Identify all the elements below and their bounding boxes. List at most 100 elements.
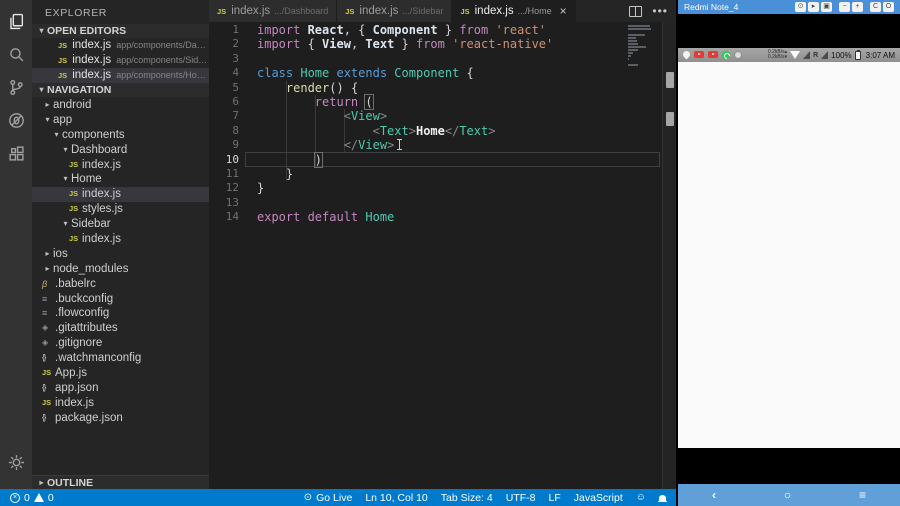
tab-dashboard[interactable]: JS index.js .../Dashboard [209,0,338,22]
record-button[interactable]: ▸ [808,2,819,12]
tree-item-app[interactable]: ▾ app [32,113,209,128]
tab-sidebar[interactable]: JS index.js .../Sidebar [337,0,453,22]
tree-item-index-js[interactable]: JS index.js [32,232,209,247]
tree-item-label: index.js [55,396,94,409]
tree-item-label: android [53,99,92,111]
sidebar-title: EXPLORER [45,7,107,19]
bell-icon [658,494,667,502]
minimap[interactable] [628,25,656,67]
tree-item-flowconfig[interactable]: ≡ .flowconfig [32,306,209,321]
status-label: JavaScript [573,491,623,504]
file-path: app/components/Dashbo... [116,40,209,50]
search-icon[interactable] [4,41,28,67]
tab-path: .../Dashboard [274,6,329,16]
js-icon: JS [69,204,79,214]
rotate-button[interactable]: C [870,2,881,12]
tree-item-dashboard[interactable]: ▾ Dashboard [32,143,209,158]
status-item-go-live[interactable]: ⊙ Go Live [304,492,353,504]
status-item-bell[interactable] [658,494,667,502]
tree-item-package-json[interactable]: {} package.json [32,411,209,426]
status-item-ln-10-col-10[interactable]: Ln 10, Col 10 [365,492,427,504]
open-editor-item[interactable]: JS index.js app/components/Sidebar [32,53,209,68]
status-label: Go Live [316,491,353,504]
tree-item-app-js[interactable]: JS App.js [32,366,209,381]
line-number: 14 [225,210,239,224]
tree-item-android[interactable]: ▸ android [32,98,209,113]
tree-item-app-json[interactable]: {} app.json [32,381,209,396]
tree-item-sidebar[interactable]: ▾ Sidebar [32,217,209,232]
nav-back-button[interactable]: ‹ [712,484,716,506]
code-token: Home [300,66,337,81]
power-button[interactable]: O [883,2,894,12]
explorer-icon[interactable] [4,8,28,34]
tree-item-home[interactable]: ▾ Home [32,172,209,187]
status-item-utf-8[interactable]: UTF-8 [506,492,536,504]
battery-icon [854,49,861,60]
tab-home[interactable]: JS index.js .../Home × [452,0,576,22]
open-editor-item[interactable]: JS index.js app/components/Dashbo... [32,38,209,53]
tree-item-gitattributes[interactable]: ◈ .gitattributes [32,321,209,336]
settings-gear-icon[interactable] [4,449,28,475]
source-control-icon[interactable] [4,74,28,100]
status-item-tab-size-4[interactable]: Tab Size: 4 [441,492,493,504]
scrollbar-marker[interactable] [666,112,674,126]
code-token: < [372,123,380,138]
open-editor-item[interactable]: JS index.js app/components/Home [32,68,209,83]
debug-disabled-icon[interactable] [4,107,28,133]
nav-recents-button[interactable]: ≡ [859,484,866,506]
volume-up-button[interactable]: + [852,2,863,12]
code-token: ( [364,93,374,110]
tabs: JS index.js .../Dashboard JS index.js .../Sid… [209,0,576,22]
text-cursor-icon [396,139,404,151]
section-label: OPEN EDITORS [47,25,127,37]
tree-item-styles-js[interactable]: JS styles.js [32,202,209,217]
signal-icon [803,51,811,59]
more-actions-icon[interactable]: ••• [652,4,668,18]
tree-item-index-js[interactable]: JS index.js [32,396,209,411]
status-item-javascript[interactable]: JavaScript [574,492,623,504]
scrollbar-marker[interactable] [666,72,674,88]
tree-item-node-modules[interactable]: ▸ node_modules [32,262,209,277]
file-path: app/components/Home [116,70,209,80]
tree-item-index-js[interactable]: JS index.js [32,158,209,173]
tree-item-buckconfig[interactable]: ≡ .buckconfig [32,292,209,307]
tree-item-label: node_modules [53,262,129,275]
section-open-editors[interactable]: ▾ OPEN EDITORS [32,24,209,38]
tree-item-index-js[interactable]: JS index.js [32,187,209,203]
tree-item-gitignore[interactable]: ◈ .gitignore [32,336,209,351]
js-file-icon: JS [217,6,227,16]
extensions-icon[interactable] [4,140,28,166]
status-item-smiley[interactable]: ☺ [636,492,646,503]
tree-item-babelrc[interactable]: β .babelrc [32,277,209,292]
status-right: ⊙ Go Live Ln 10, Col 10 Tab Size: 4 UTF-8 LF J… [304,492,667,504]
chevron-right-icon: ▸ [45,248,50,258]
tab-bar: JS index.js .../Dashboard JS index.js .../Sid… [209,0,676,22]
section-outline[interactable]: ▸ OUTLINE [32,475,209,489]
cast-button[interactable]: ⊙ [795,2,806,12]
close-icon[interactable]: × [560,4,567,18]
js-icon: JS [42,397,52,407]
tree-item-label: Home [71,173,102,186]
code-token: () { [329,80,359,95]
volume-down-button[interactable]: − [839,2,850,12]
status-item-warnings[interactable]: 0 [33,492,54,504]
tree-item-watchmanconfig[interactable]: {} .watchmanconfig [32,351,209,366]
screenshot-button[interactable]: ▣ [821,2,832,12]
nav-home-button[interactable]: ○ [784,484,791,506]
tree-item-components[interactable]: ▾ components [32,128,209,143]
code-token: } [437,23,460,37]
phone-screen[interactable] [678,62,900,448]
line-number: 9 [232,138,239,152]
status-bar: × 0 0 ⊙ Go Live Ln 10, Col 10 Tab Size: 4 UTF-… [0,489,676,506]
section-navigation[interactable]: ▾ NAVIGATION [32,83,209,97]
code-editor[interactable]: 1 import React, { Component } from 'react… [209,22,676,489]
status-item-errors[interactable]: × 0 [10,492,30,504]
screen: EXPLORER ▾ OPEN EDITORS JS index.js app/co… [0,0,900,506]
minimap-line [628,25,650,27]
battery-percent: 100% [831,50,852,60]
status-item-lf[interactable]: LF [548,492,560,504]
split-editor-icon[interactable] [629,5,643,17]
tree-item-ios[interactable]: ▸ ios [32,247,209,262]
overview-ruler[interactable] [662,22,676,489]
